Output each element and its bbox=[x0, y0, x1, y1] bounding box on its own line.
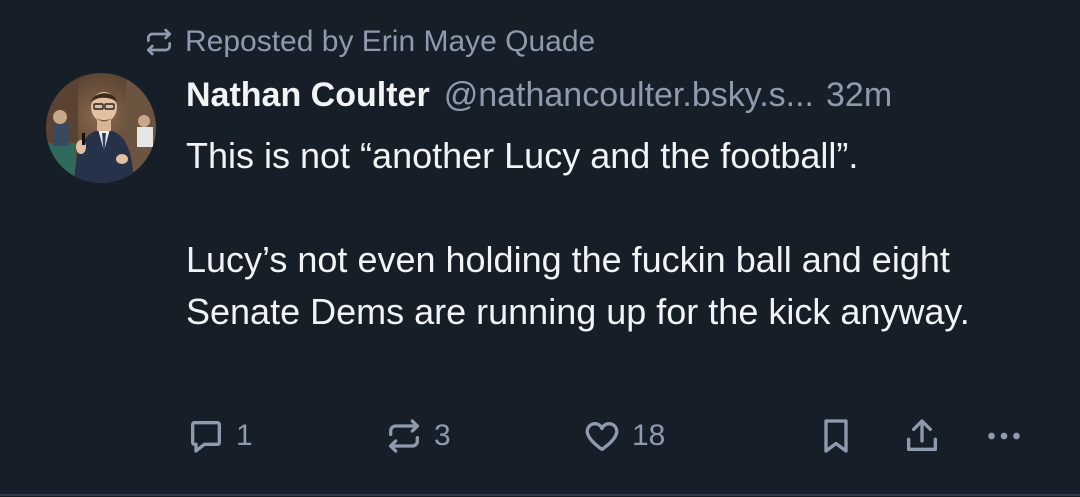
post-paragraph: Lucy’s not even holding the fuckin ball … bbox=[186, 239, 970, 332]
bookmark-icon bbox=[824, 419, 848, 453]
like-count: 18 bbox=[632, 419, 666, 452]
repost-label: Reposted by Erin Maye Quade bbox=[185, 25, 596, 58]
repost-icon bbox=[389, 419, 419, 453]
reply-icon bbox=[191, 421, 221, 453]
bookmark-button[interactable] bbox=[816, 414, 856, 458]
like-button[interactable]: 18 bbox=[582, 414, 665, 458]
post-header: Nathan Coulter @nathancoulter.bsky.s... … bbox=[186, 72, 1046, 118]
share-icon bbox=[907, 419, 937, 451]
repost-button[interactable]: 3 bbox=[384, 414, 451, 458]
share-button[interactable] bbox=[902, 414, 942, 458]
repost-attribution[interactable]: Reposted by Erin Maye Quade bbox=[143, 22, 595, 62]
repost-icon bbox=[147, 28, 171, 56]
more-icon bbox=[988, 432, 1020, 440]
post-timestamp[interactable]: 32m bbox=[826, 76, 892, 115]
post-paragraph: This is not “another Lucy and the footba… bbox=[186, 135, 859, 176]
author-name[interactable]: Nathan Coulter bbox=[186, 76, 430, 115]
feed-post[interactable]: Reposted by Erin Maye Quade Nathan Coult… bbox=[0, 0, 1080, 496]
reply-count: 1 bbox=[236, 419, 253, 452]
repost-count: 3 bbox=[434, 419, 451, 452]
post-body: This is not “another Lucy and the footba… bbox=[186, 130, 1046, 338]
reply-button[interactable]: 1 bbox=[186, 414, 253, 458]
like-icon bbox=[585, 422, 619, 451]
more-options-button[interactable] bbox=[984, 414, 1024, 458]
post-actions: 1 3 18 bbox=[186, 414, 1036, 458]
avatar-image bbox=[46, 73, 156, 183]
avatar[interactable] bbox=[46, 73, 156, 183]
author-handle[interactable]: @nathancoulter.bsky.s... bbox=[444, 76, 814, 115]
